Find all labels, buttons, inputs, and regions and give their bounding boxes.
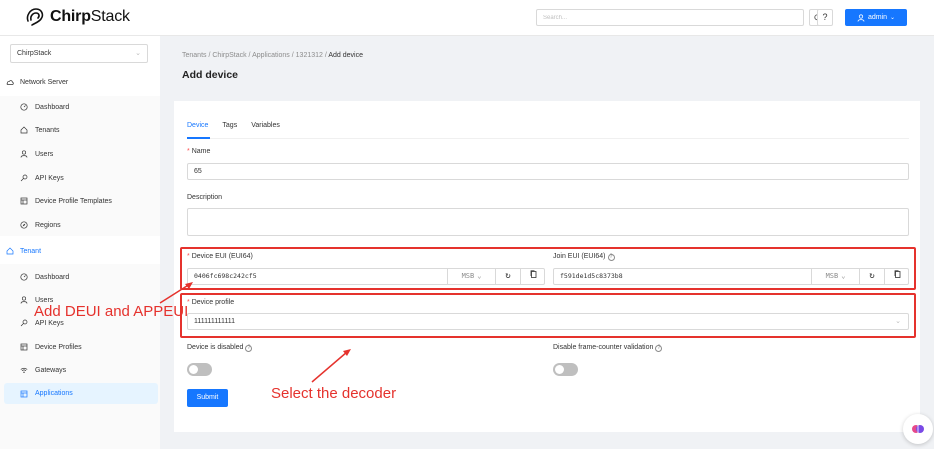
arrow-to-eui [159,283,191,304]
deui-annotation: Add DEUI and APPEUI [34,303,189,320]
arrowhead-eui [185,282,193,289]
brain-icon [911,422,925,436]
arrow-to-profile [311,351,348,383]
decoder-annotation: Select the decoder [271,385,397,402]
floating-assistant-button[interactable] [903,414,933,444]
annotation-arrows [159,282,351,383]
